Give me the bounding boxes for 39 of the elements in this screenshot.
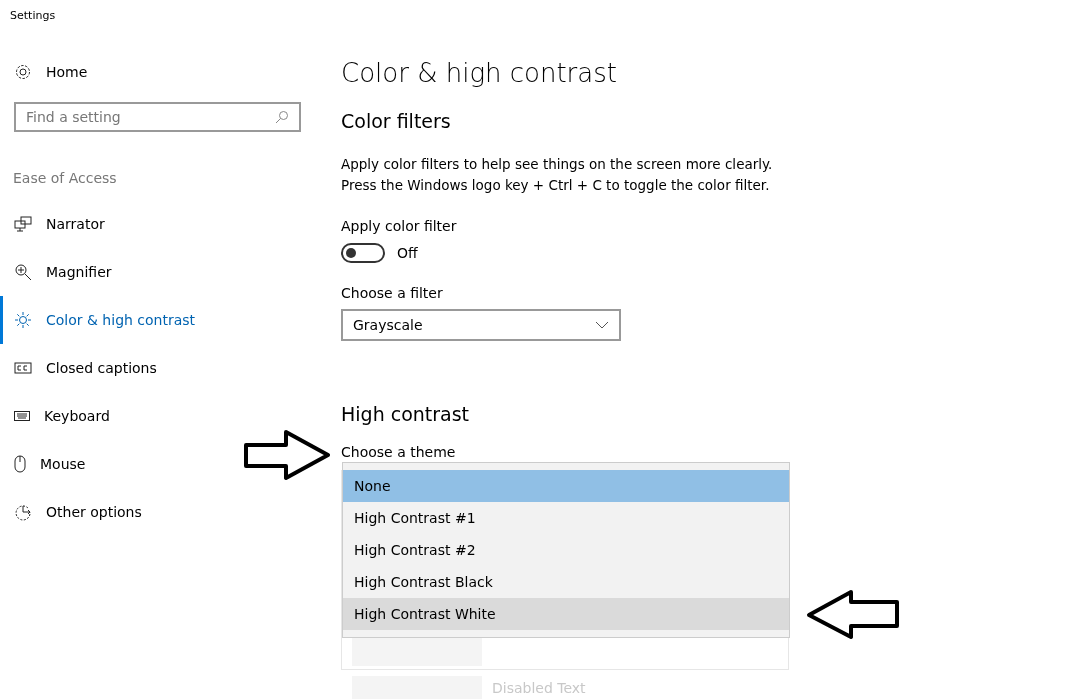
description-text: Apply color filters to help see things on the screen more clearly. <box>341 155 774 174</box>
nav-item[interactable]: Color & high contrast <box>0 296 310 344</box>
nav-item[interactable]: Narrator <box>0 200 310 248</box>
nav-item[interactable]: Closed captions <box>0 344 310 392</box>
section-heading: Color filters <box>341 110 452 132</box>
gear-icon <box>14 63 32 81</box>
captions-icon <box>14 362 32 374</box>
chevron-down-icon <box>595 321 609 329</box>
right-arrow-icon <box>243 429 331 481</box>
clock-icon <box>14 503 32 521</box>
magnifier-icon <box>14 263 32 281</box>
dropdown-option[interactable]: High Contrast White <box>343 598 789 630</box>
nav-item[interactable]: Mouse <box>0 440 310 488</box>
field-label: Choose a filter <box>341 285 444 301</box>
toggle-label: Apply color filter <box>341 218 458 234</box>
left-arrow-icon <box>806 590 900 640</box>
nav-item[interactable]: Other options <box>0 488 310 536</box>
dropdown-option[interactable]: None <box>343 470 789 502</box>
nav-item[interactable]: Magnifier <box>0 248 310 296</box>
search-icon <box>275 110 289 124</box>
toggle-switch[interactable] <box>341 243 385 263</box>
nav-item[interactable]: Keyboard <box>0 392 310 440</box>
description-text: Press the Windows logo key + Ctrl + C to toggle the color filter. <box>341 176 771 195</box>
field-label: Choose a theme <box>341 444 457 460</box>
sun-icon <box>14 311 32 329</box>
dropdown-option[interactable]: High Contrast Black <box>343 566 789 598</box>
search-field[interactable]: Find a setting <box>14 102 301 132</box>
section-heading: High contrast <box>341 403 471 425</box>
toggle-state: Off <box>397 245 418 261</box>
section-heading: Ease of Access <box>13 170 118 186</box>
window-title: Settings <box>9 8 57 24</box>
home-link[interactable]: Home <box>0 58 310 86</box>
dropdown-option[interactable]: High Contrast #2 <box>343 534 789 566</box>
page-title: Color & high contrast <box>341 58 618 88</box>
keyboard-icon <box>14 411 30 421</box>
mouse-icon <box>14 455 26 473</box>
filter-dropdown[interactable]: Grayscale <box>341 309 621 341</box>
dropdown-option[interactable]: High Contrast #1 <box>343 502 789 534</box>
monitor-icon <box>14 216 32 232</box>
